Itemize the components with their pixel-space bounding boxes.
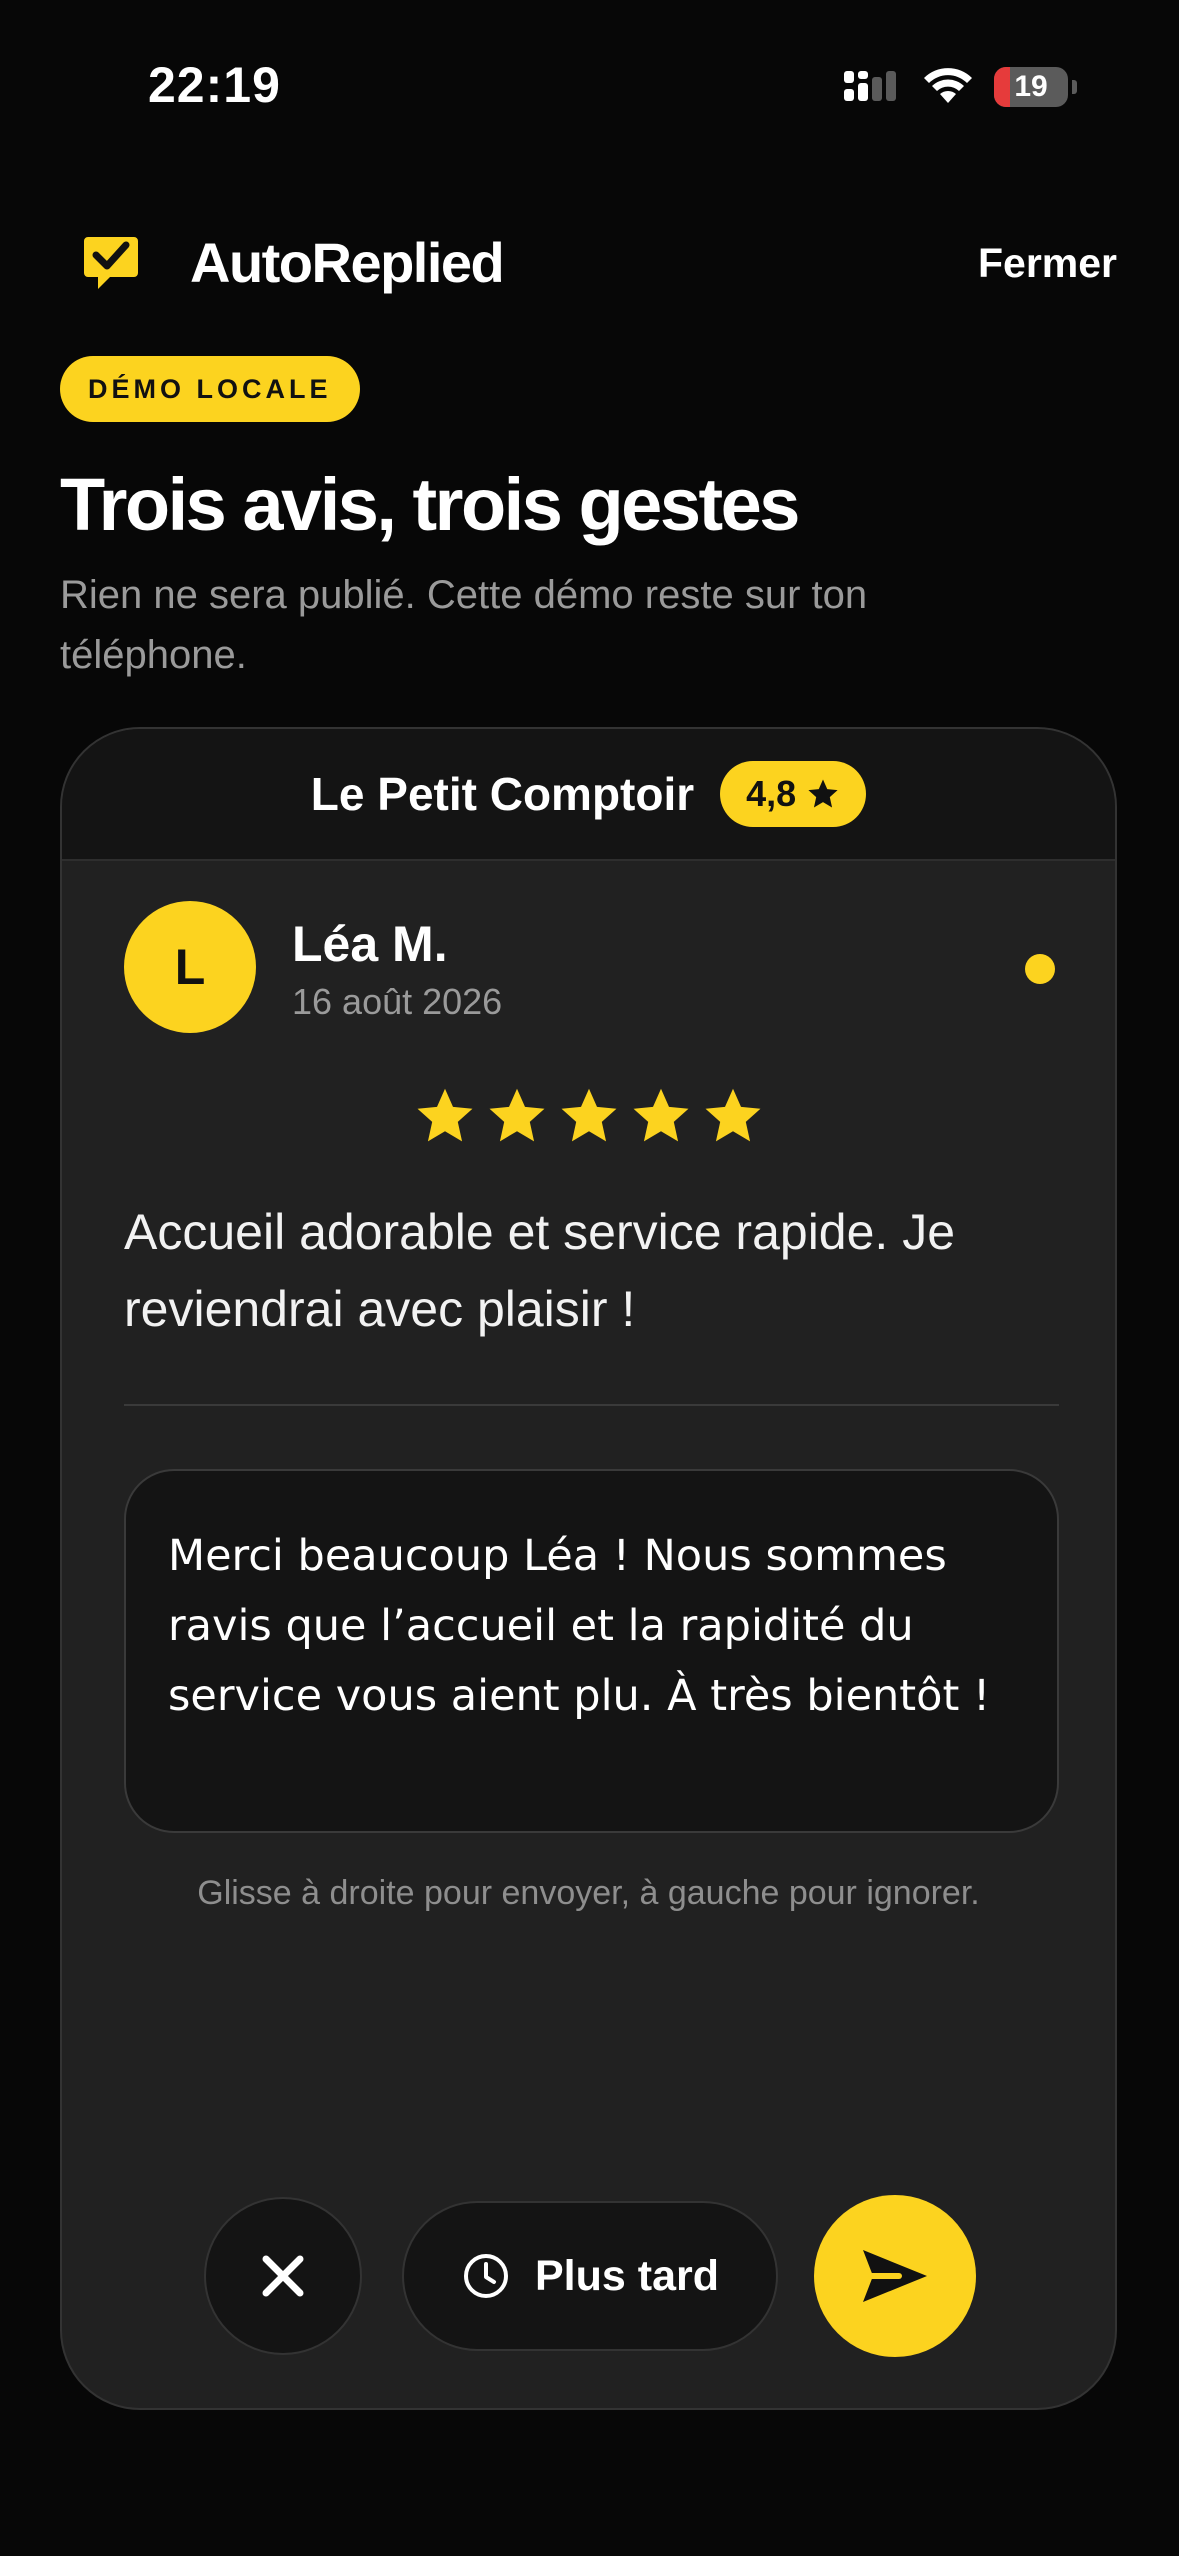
status-icons: 19 bbox=[840, 64, 1077, 110]
star-icon bbox=[489, 1088, 544, 1142]
signal-icon bbox=[844, 71, 896, 101]
battery-cap bbox=[1072, 80, 1077, 94]
app-name: AutoReplied bbox=[190, 231, 505, 294]
later-button[interactable]: Plus tard bbox=[402, 2201, 778, 2351]
card-header: Le Petit Comptoir 4,8 bbox=[62, 729, 1115, 861]
close-icon bbox=[262, 2255, 304, 2297]
star-icon bbox=[808, 779, 838, 808]
star-icon bbox=[633, 1088, 688, 1142]
rating-value: 4,8 bbox=[746, 773, 797, 814]
star-icon bbox=[417, 1088, 472, 1142]
unread-indicator bbox=[1025, 954, 1055, 984]
status-time: 22:19 bbox=[148, 57, 281, 113]
star-icon bbox=[705, 1088, 760, 1142]
send-button[interactable] bbox=[814, 2195, 976, 2357]
page-subtitle: Rien ne sera publié. Cette démo reste su… bbox=[60, 573, 868, 677]
reply-draft[interactable]: Merci beaucoup Léa ! Nous sommes ravis q… bbox=[124, 1469, 1059, 1833]
star-rating bbox=[62, 1084, 1115, 1148]
demo-badge: DÉMO LOCALE bbox=[60, 356, 360, 422]
close-button[interactable]: Fermer bbox=[978, 240, 1117, 287]
star-icon bbox=[561, 1088, 616, 1142]
battery-icon: 19 bbox=[994, 67, 1068, 107]
swipe-hint: Glisse à droite pour envoyer, à gauche p… bbox=[197, 1874, 980, 1912]
chat-check-icon bbox=[84, 236, 138, 289]
wifi-icon bbox=[924, 68, 972, 103]
review-card[interactable]: Le Petit Comptoir 4,8 L Léa M. 16 août 2… bbox=[60, 727, 1117, 2410]
review-text: Accueil adorable et service rapide. Je r… bbox=[124, 1204, 956, 1337]
page-title: Trois avis, trois gestes bbox=[60, 463, 800, 546]
divider bbox=[124, 1404, 1059, 1406]
rating-badge: 4,8 bbox=[720, 761, 867, 827]
clock-icon bbox=[464, 2254, 508, 2298]
review-date: 16 août 2026 bbox=[292, 981, 503, 1022]
battery-percent: 19 bbox=[1014, 70, 1048, 103]
reply-text: Merci beaucoup Léa ! Nous sommes ravis q… bbox=[168, 1531, 991, 1721]
place-name: Le Petit Comptoir bbox=[310, 768, 695, 820]
brand: AutoReplied bbox=[82, 230, 505, 295]
reviewer-name: Léa M. bbox=[292, 916, 448, 972]
avatar: L bbox=[124, 901, 256, 1033]
later-button-label: Plus tard bbox=[535, 2251, 719, 2300]
ignore-button[interactable] bbox=[204, 2197, 362, 2355]
send-icon bbox=[863, 2250, 927, 2302]
